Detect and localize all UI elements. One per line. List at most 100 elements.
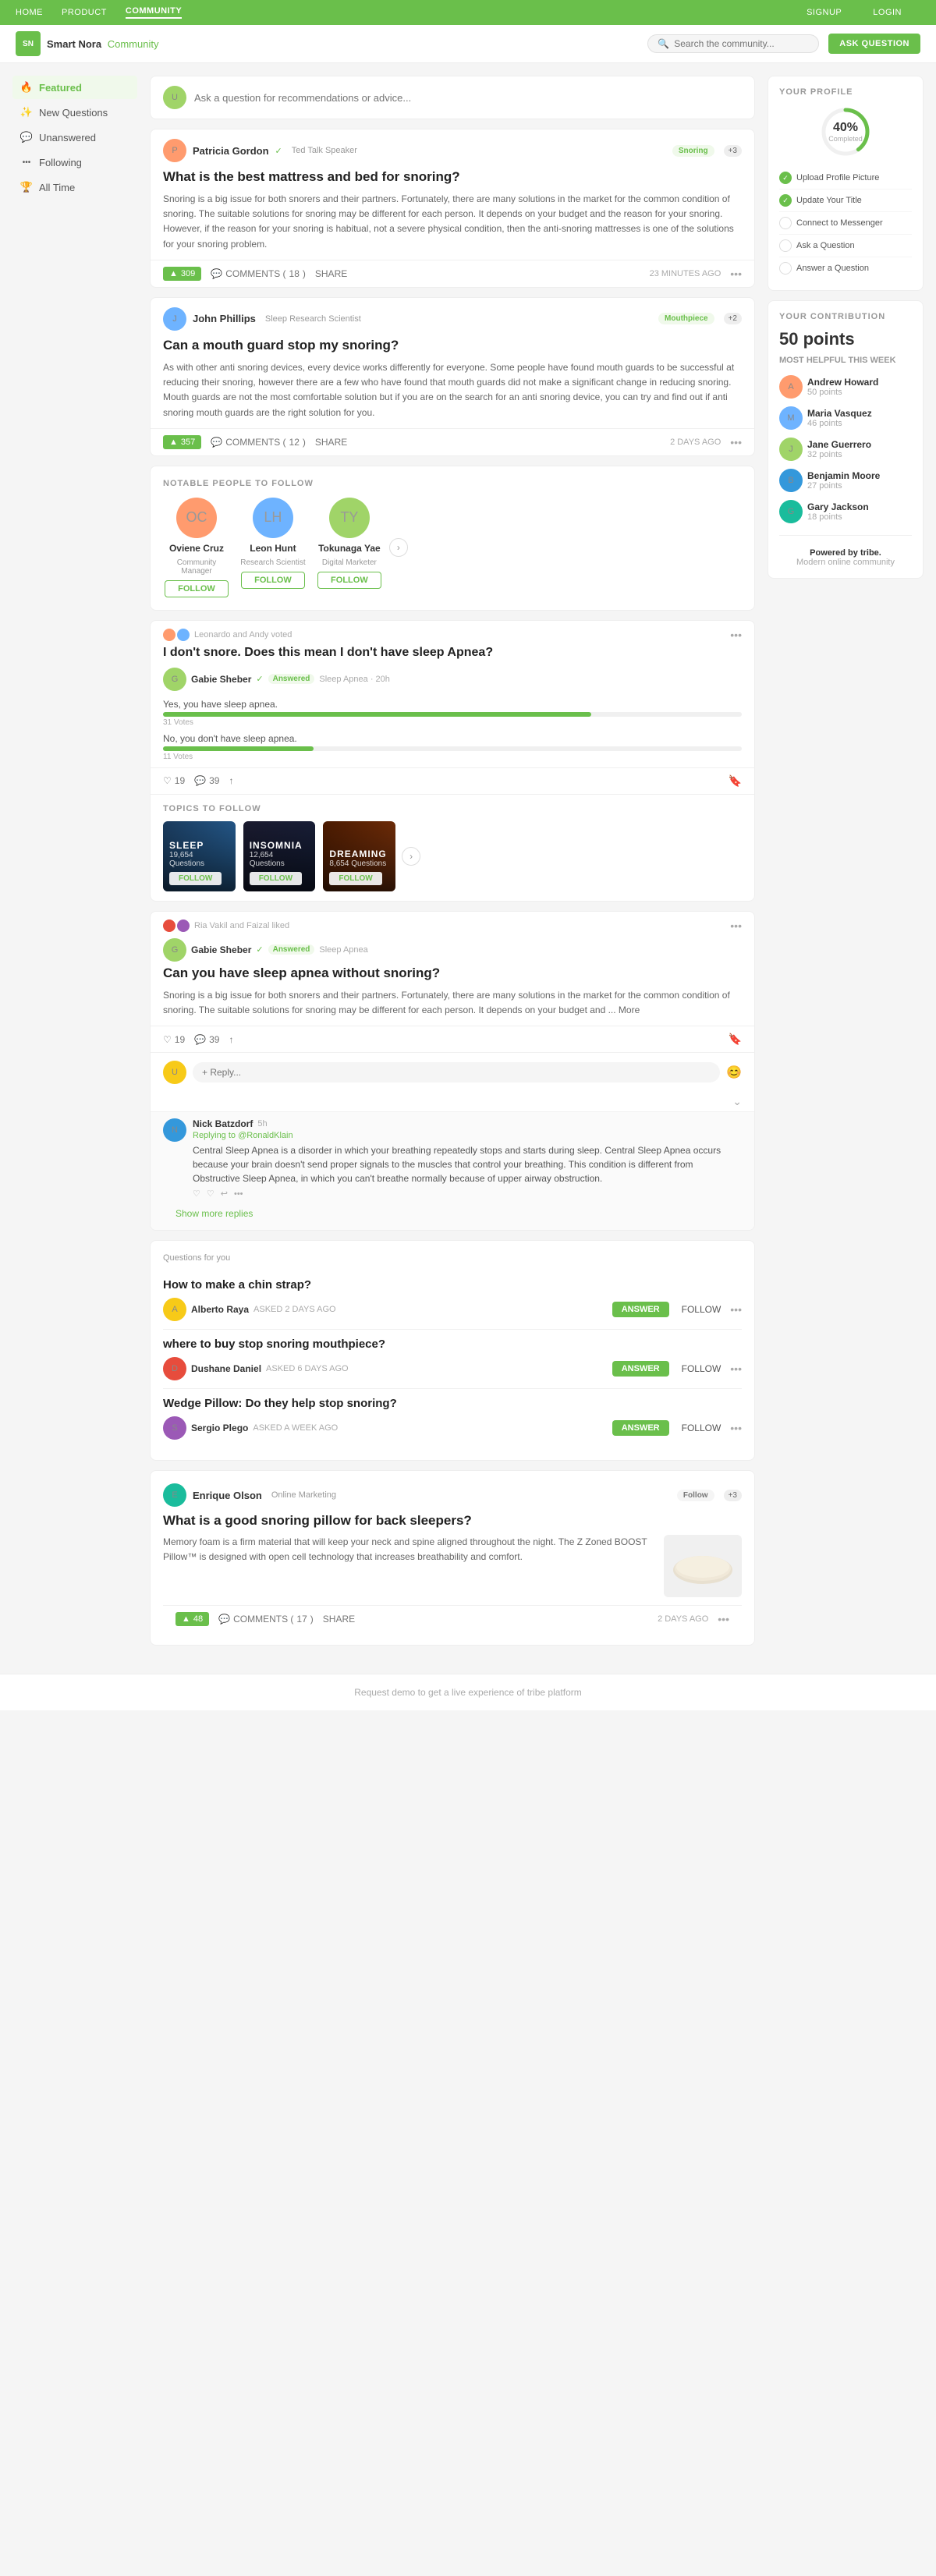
apnea-like-button[interactable]: ♡ 19 [163, 1034, 185, 1045]
nav-community[interactable]: COMMUNITY [126, 6, 182, 19]
follow-button-1[interactable]: FOLLOW [165, 580, 229, 597]
comment-content-1: Nick Batzdorf 5h Replying to @RonaldKlai… [193, 1118, 742, 1199]
qfy-asker-2: D Dushane Daniel ASKED 6 DAYS AGO [163, 1357, 349, 1380]
ask-question-button[interactable]: ASK QUESTION [828, 34, 920, 54]
pillow-title[interactable]: What is a good snoring pillow for back s… [163, 1513, 742, 1529]
sidebar-item-featured[interactable]: 🔥 Featured [12, 76, 137, 99]
pillow-svg [672, 1547, 734, 1586]
nav-login[interactable]: LOGIN [873, 8, 902, 17]
ask-input[interactable] [194, 92, 742, 104]
logo[interactable]: SN Smart Nora Community [16, 31, 158, 56]
apnea-verified: ✓ [256, 944, 263, 955]
comments-button-1[interactable]: 💬 COMMENTS (18) [211, 268, 306, 279]
qfy-follow-1[interactable]: FOLLOW [682, 1304, 722, 1315]
follow-button-3[interactable]: FOLLOW [317, 572, 381, 589]
author-name-patricia: Patricia Gordon [193, 145, 269, 157]
topic-follow-insomnia[interactable]: FOLLOW [250, 872, 302, 885]
notable-next-button[interactable]: › [389, 538, 408, 557]
sidebar-item-unanswered[interactable]: 💬 Unanswered [12, 126, 137, 149]
more-options-button-1[interactable]: ••• [730, 268, 742, 280]
poll-like-button[interactable]: ♡ 19 [163, 775, 185, 786]
answer-button-2[interactable]: ANSWER [612, 1361, 669, 1377]
share-icon: ↑ [229, 775, 233, 786]
contribution-points: 50 points [779, 329, 912, 349]
tag-snoring[interactable]: Snoring [672, 145, 714, 157]
qfy-question-2[interactable]: where to buy stop snoring mouthpiece? [163, 1338, 742, 1351]
liker-avatar-3 [163, 919, 176, 932]
emoji-button[interactable]: 😊 [726, 1065, 742, 1080]
pillow-upvote[interactable]: ▲ 48 [176, 1612, 209, 1626]
nav-home[interactable]: HOME [16, 8, 43, 17]
share-button-2[interactable]: SHARE [315, 437, 347, 448]
qfy-more-2[interactable]: ••• [730, 1362, 742, 1375]
more-options-button-2[interactable]: ••• [730, 436, 742, 448]
answer-button-1[interactable]: ANSWER [612, 1302, 669, 1317]
poll-more-options[interactable]: ••• [730, 629, 742, 641]
apnea-more-options[interactable]: ••• [730, 919, 742, 932]
qfy-more-3[interactable]: ••• [730, 1422, 742, 1434]
post-body-mattress: Snoring is a big issue for both snorers … [151, 192, 754, 260]
comment-more[interactable]: ••• [234, 1189, 243, 1199]
progress-ring: 40% Completed [818, 105, 873, 159]
upvote-button-1[interactable]: ▲ 309 [163, 267, 201, 281]
pillow-comments[interactable]: 💬 COMMENTS (17) [218, 1614, 314, 1625]
poll-comment-button[interactable]: 💬 39 [194, 775, 219, 786]
topic-follow-sleep[interactable]: FOLLOW [169, 872, 222, 885]
answer-button-3[interactable]: ANSWER [612, 1420, 669, 1436]
ask-box: U [150, 76, 755, 119]
progress-label: Completed [828, 135, 863, 143]
pillow-more-options[interactable]: ••• [718, 1613, 729, 1625]
show-more-replies[interactable]: Show more replies [163, 1205, 742, 1222]
collapse-button[interactable]: ⌄ [732, 1095, 742, 1108]
topics-next-button[interactable]: › [402, 847, 420, 866]
poll-share-button[interactable]: ↑ [229, 775, 233, 786]
sidebar-item-new-questions[interactable]: ✨ New Questions [12, 101, 137, 124]
apnea-title[interactable]: Can you have sleep apnea without snoring… [151, 965, 754, 988]
poll-bookmark-button[interactable]: 🔖 [729, 774, 742, 788]
pillow-share[interactable]: SHARE [323, 1614, 355, 1625]
profile-action-ask[interactable]: Ask a Question [779, 235, 912, 257]
topics-section: TOPICS TO FOLLOW SLEEP 19,654 Questions … [151, 794, 754, 901]
apnea-comment-button[interactable]: 💬 39 [194, 1034, 219, 1045]
comments-button-2[interactable]: 💬 COMMENTS (12) [211, 437, 306, 448]
nav-signup[interactable]: SIGNUP [807, 8, 842, 17]
follow-button-2[interactable]: FOLLOW [241, 572, 305, 589]
profile-action-messenger[interactable]: Connect to Messenger [779, 212, 912, 235]
profile-action-answer[interactable]: Answer a Question [779, 257, 912, 279]
comment-reply[interactable]: ↩ [221, 1189, 228, 1199]
post-title-mouthguard[interactable]: Can a mouth guard stop my snoring? [151, 337, 754, 360]
logo-icon: SN [16, 31, 41, 56]
qfy-asker-1: A Alberto Raya ASKED 2 DAYS AGO [163, 1298, 336, 1321]
tag-mouthpiece[interactable]: Mouthpiece [658, 313, 714, 324]
reply-area: U 😊 [151, 1052, 754, 1092]
sidebar-item-all-time[interactable]: 🏆 All Time [12, 175, 137, 199]
post-title-mattress[interactable]: What is the best mattress and bed for sn… [151, 168, 754, 192]
powered-by: Powered by tribe. Modern online communit… [779, 542, 912, 567]
qfy-question-3[interactable]: Wedge Pillow: Do they help stop snoring? [163, 1397, 742, 1410]
reply-input[interactable] [193, 1062, 720, 1082]
search-input[interactable] [674, 38, 809, 49]
author-avatar-john: J [163, 307, 186, 331]
pillow-tag[interactable]: Follow [677, 1490, 714, 1501]
upvote-button-2[interactable]: ▲ 357 [163, 435, 201, 449]
comment-dislike[interactable]: ♡ [207, 1189, 214, 1199]
qfy-follow-2[interactable]: FOLLOW [682, 1363, 722, 1374]
poll-question[interactable]: I don't snore. Does this mean I don't ha… [151, 641, 754, 668]
topic-follow-dreaming[interactable]: FOLLOW [329, 872, 381, 885]
pillow-post: E Enrique Olson Online Marketing Follow … [150, 1470, 755, 1646]
qfy-question-1[interactable]: How to make a chin strap? [163, 1278, 742, 1292]
comment-like[interactable]: ♡ [193, 1189, 200, 1199]
qfy-follow-3[interactable]: FOLLOW [682, 1423, 722, 1433]
unchecked-icon-3 [779, 217, 792, 229]
qfy-asker-3: S Sergio Plego ASKED A WEEK AGO [163, 1416, 338, 1440]
liker-avatar-1 [163, 629, 176, 641]
author-role-patricia: Ted Talk Speaker [292, 146, 357, 155]
notable-avatar-3: TY [329, 498, 370, 538]
share-button-1[interactable]: SHARE [315, 268, 347, 279]
sidebar-item-following[interactable]: ••• Following [12, 151, 137, 174]
apnea-share-button[interactable]: ↑ [229, 1034, 233, 1045]
apnea-bookmark-button[interactable]: 🔖 [729, 1033, 742, 1046]
nav-product[interactable]: PRODUCT [62, 8, 107, 17]
poll-bar-fill-2 [163, 746, 314, 751]
qfy-more-1[interactable]: ••• [730, 1303, 742, 1316]
